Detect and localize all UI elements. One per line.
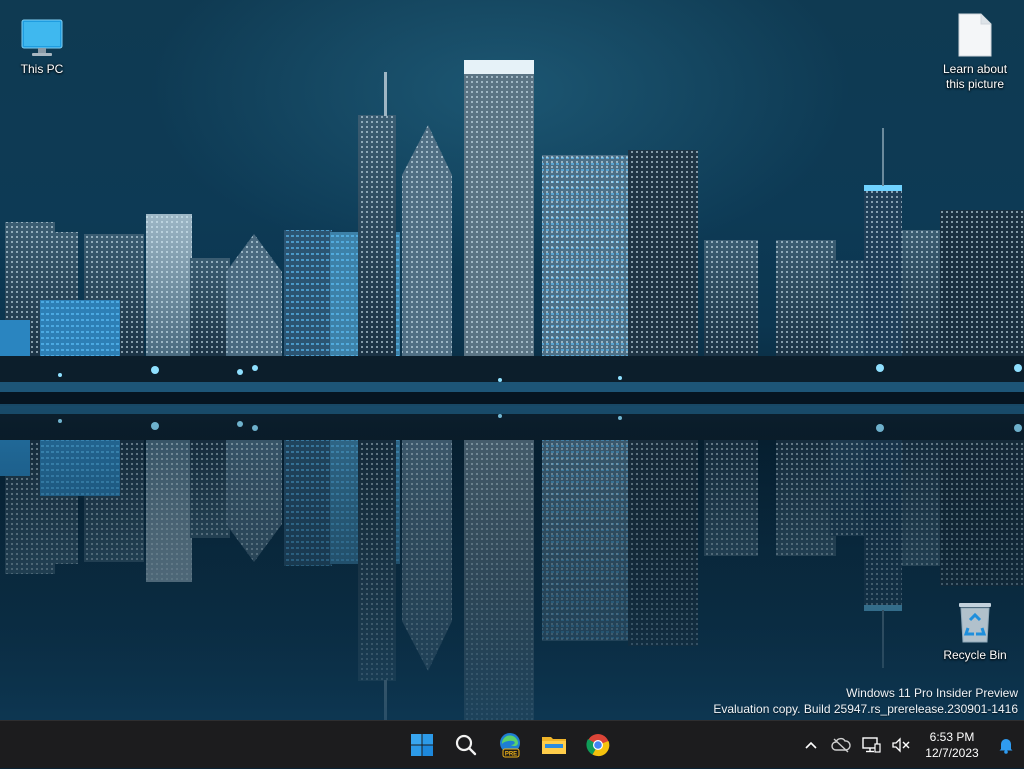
folder-icon — [542, 737, 566, 754]
system-tray: 6:53 PM 12/7/2023 — [796, 721, 1024, 769]
desktop-icon-recycle-bin[interactable]: Recycle Bin — [933, 596, 1017, 663]
start-button[interactable] — [402, 725, 442, 765]
desktop-icon-learn-about-this-picture[interactable]: Learn about this picture — [933, 10, 1017, 92]
search-icon — [455, 734, 477, 756]
onedrive-button[interactable] — [826, 725, 856, 765]
desktop-icon-this-pc[interactable]: This PC — [0, 10, 84, 77]
desktop-wallpaper — [0, 0, 1024, 720]
show-hidden-icons-button[interactable] — [796, 725, 826, 765]
desktop-icon-label: Recycle Bin — [943, 648, 1007, 662]
edge-button[interactable]: PRE — [490, 725, 530, 765]
network-button[interactable] — [856, 725, 886, 765]
desktop-icon-label: This PC — [20, 62, 64, 76]
volume-button[interactable] — [886, 725, 916, 765]
label-line-1: Learn about — [942, 62, 1008, 76]
evaluation-watermark: Windows 11 Pro Insider Preview Evaluatio… — [713, 685, 1018, 717]
volume-muted-icon — [892, 737, 910, 753]
chrome-button[interactable] — [578, 725, 618, 765]
edge-pre-icon: PRE — [500, 733, 520, 758]
monitor-icon — [18, 10, 66, 58]
document-icon — [951, 10, 999, 58]
onedrive-icon — [831, 737, 851, 753]
taskbar-apps: PRE — [402, 721, 618, 769]
city-skyline-image — [0, 60, 1024, 720]
recycle-bin-icon — [951, 596, 999, 644]
chrome-icon — [586, 734, 610, 757]
clock-button[interactable]: 6:53 PM 12/7/2023 — [916, 725, 988, 765]
watermark-line-1: Windows 11 Pro Insider Preview — [846, 686, 1018, 700]
edge-badge-text: PRE — [505, 751, 517, 757]
notifications-button[interactable] — [988, 725, 1024, 765]
file-explorer-button[interactable] — [534, 725, 574, 765]
clock-time: 6:53 PM — [929, 730, 975, 744]
clock-date: 12/7/2023 — [925, 746, 979, 760]
label-line-2: this picture — [945, 77, 1005, 91]
bell-icon — [999, 739, 1013, 754]
taskbar: PRE 6:53 PM 12/7/2023 — [0, 720, 1024, 768]
network-icon — [862, 737, 881, 753]
desktop-icon-label: Learn about this picture — [943, 62, 1007, 92]
windows-logo-icon — [411, 734, 433, 756]
watermark-line-2: Evaluation copy. Build 25947.rs_prerelea… — [713, 702, 1018, 716]
chevron-up-icon — [805, 741, 817, 749]
search-button[interactable] — [446, 725, 486, 765]
